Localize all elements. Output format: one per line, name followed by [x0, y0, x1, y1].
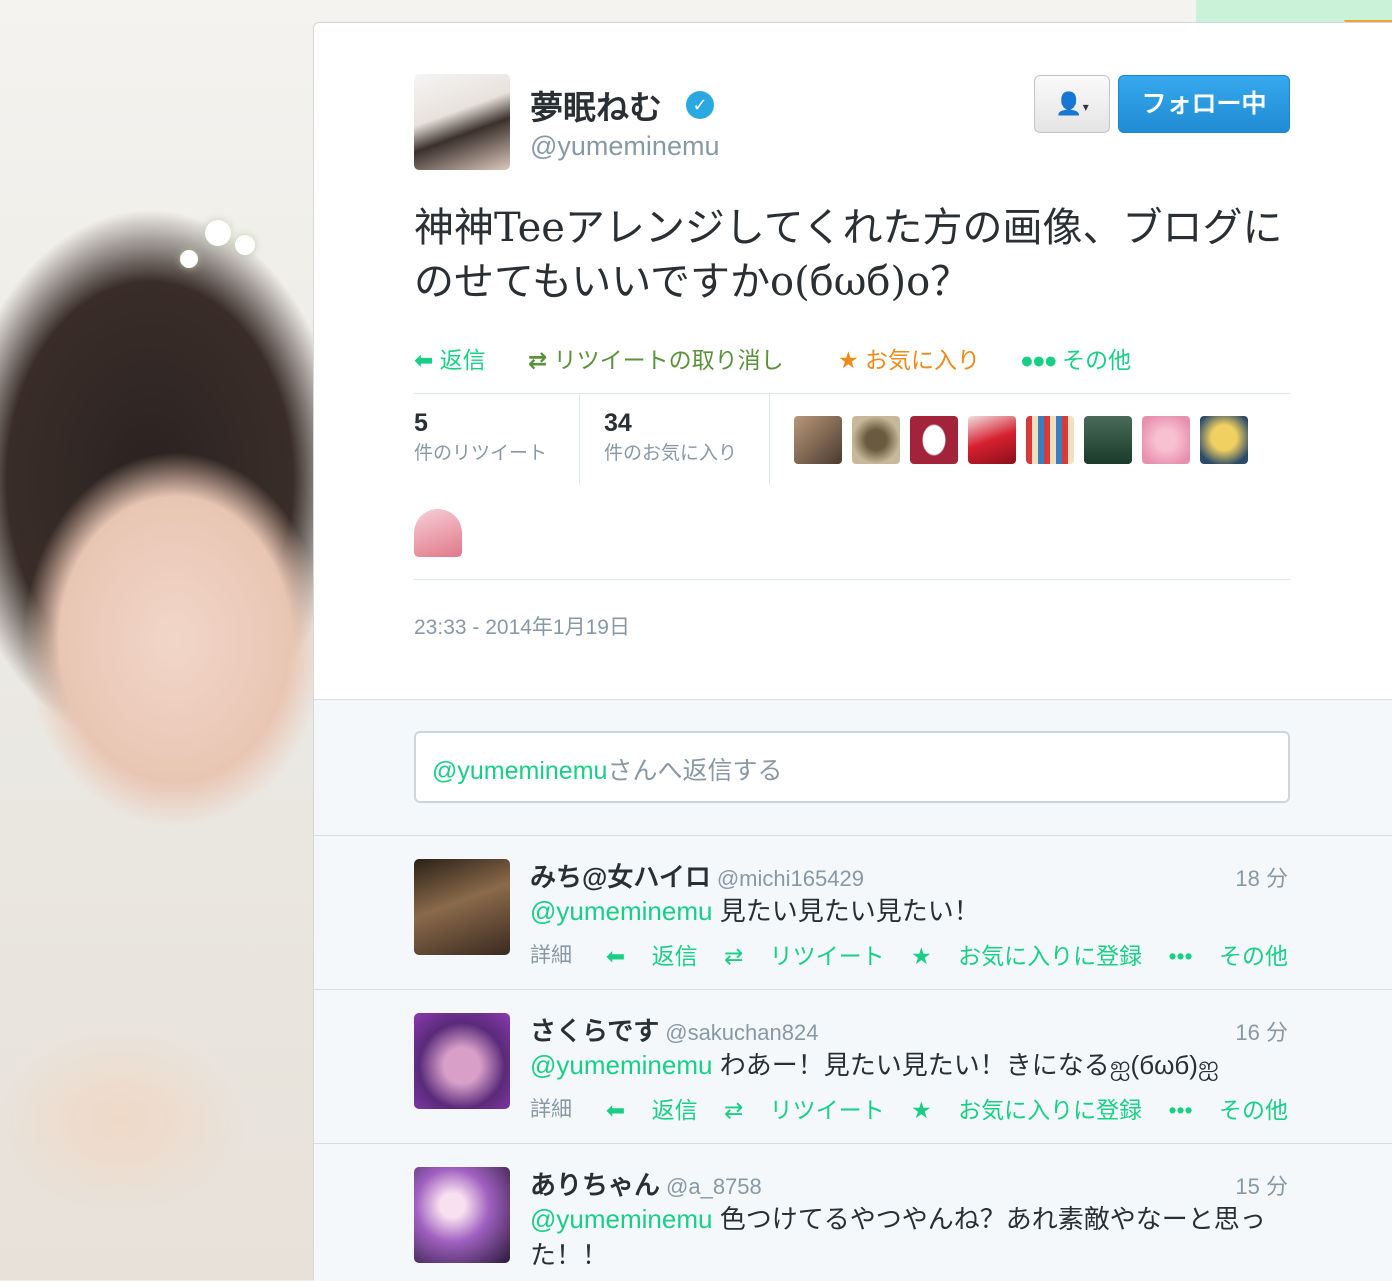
user-actions-dropdown-button[interactable]: 👤▾ — [1034, 75, 1110, 133]
reply-avatar[interactable] — [414, 1013, 510, 1109]
reply-more-label: その他 — [1219, 1097, 1288, 1123]
reply-input-placeholder: さんへ返信する — [607, 757, 783, 785]
favoriter-avatar[interactable] — [1200, 416, 1248, 464]
author-avatar[interactable] — [414, 74, 510, 170]
reply-mention[interactable]: @yumeminemu — [530, 1204, 712, 1234]
tweet-text: 神神Teeアレンジしてくれた方の画像、ブログにのせてもいいですかo(бωб)o？ — [414, 205, 1283, 305]
reply-author[interactable]: みち@女ハイロ @michi165429 — [530, 857, 864, 894]
reply-favorite-button[interactable]: ★ お気に入りに登録 — [911, 943, 1142, 969]
reply-favorite-label: お気に入りに登録 — [958, 1097, 1143, 1123]
reply-time[interactable]: 18 分 — [1235, 861, 1288, 893]
reply-text: @yumeminemu 色つけてるやつやんね？あれ素敵やなーと思った！！ — [530, 1201, 1270, 1273]
tweet-card: 夢眠ねむ ✓ @yumeminemu 👤▾ フォロー中 神神Teeアレンジしてく… — [313, 22, 1392, 1281]
author-display-name[interactable]: 夢眠ねむ — [530, 81, 662, 129]
reply-retweet-button[interactable]: ⇄ リツイート — [724, 1097, 885, 1123]
favoriter-avatar[interactable] — [852, 416, 900, 464]
favorite-action[interactable]: ★ お気に入り — [838, 341, 980, 375]
favoriter-avatar[interactable] — [414, 509, 462, 557]
reply-reply-label: 返信 — [651, 1097, 698, 1123]
reply-body: 見たい見たい見たい！ — [719, 896, 980, 926]
reply-avatar[interactable] — [414, 1167, 510, 1263]
favoriter-avatar[interactable] — [1084, 416, 1132, 464]
reply-time[interactable]: 16 分 — [1235, 1015, 1288, 1047]
favoriter-avatar-default-egg[interactable] — [910, 416, 958, 464]
undo-retweet-label: リツイートの取り消し — [553, 347, 784, 373]
reply-actions: ⬅ 返信 ⇄ リツイート ★ お気に入りに登録 ••• その他 — [586, 1091, 1288, 1125]
favorite-stat[interactable]: 34 件のお気に入り — [604, 409, 737, 465]
reply-avatar[interactable] — [414, 859, 510, 955]
author-screen-name[interactable]: @yumeminemu — [530, 131, 719, 162]
favoriter-avatar[interactable] — [794, 416, 842, 464]
reply-label: 返信 — [439, 347, 486, 373]
reply-text: @yumeminemu わあー！見たい見たい！きになるஐ(бωб)ஐ — [530, 1047, 1290, 1083]
star-icon: ★ — [838, 347, 859, 373]
reply-author[interactable]: さくらです @sakuchan824 — [530, 1011, 818, 1048]
divider — [414, 393, 1290, 394]
reply-reply-button[interactable]: ⬅ 返信 — [606, 1097, 698, 1123]
divider — [314, 835, 1392, 836]
reply-favorite-label: お気に入りに登録 — [958, 943, 1143, 969]
reply-more-button[interactable]: ••• その他 — [1168, 1097, 1288, 1123]
reply-reply-button[interactable]: ⬅ 返信 — [606, 943, 698, 969]
reply-time[interactable]: 15 分 — [1235, 1169, 1288, 1201]
retweet-count-label: 件のリツイート — [414, 443, 548, 464]
following-button[interactable]: フォロー中 — [1118, 75, 1290, 133]
retweet-count: 5 — [414, 409, 428, 437]
favoriter-avatar[interactable] — [968, 416, 1016, 464]
favoriter-avatar[interactable] — [1142, 416, 1190, 464]
favorite-label: お気に入り — [865, 347, 981, 373]
reply-author-name: ありちゃん — [530, 1170, 661, 1200]
more-label: その他 — [1062, 347, 1132, 373]
reply-mention[interactable]: @yumeminemu — [530, 1050, 712, 1080]
verified-badge-icon: ✓ — [686, 91, 714, 119]
divider — [414, 579, 1290, 580]
divider — [314, 1143, 1392, 1144]
retweet-icon: ⇄ — [528, 347, 548, 373]
reply-mention[interactable]: @yumeminemu — [530, 896, 712, 926]
reply-author-handle: @sakuchan824 — [665, 1020, 819, 1045]
reply-more-button[interactable]: ••• その他 — [1168, 943, 1288, 969]
favoriter-avatar[interactable] — [1026, 416, 1074, 464]
reply-retweet-label: リツイート — [769, 943, 885, 969]
reply-retweet-button[interactable]: ⇄ リツイート — [724, 943, 885, 969]
reply-reply-label: 返信 — [651, 943, 698, 969]
divider — [769, 393, 770, 485]
reply-details-link[interactable]: 詳細 — [530, 939, 572, 969]
divider — [579, 393, 580, 485]
chevron-down-icon: ▾ — [1082, 100, 1089, 114]
reply-author-name: みち@女ハイロ — [530, 862, 711, 892]
undo-retweet-action[interactable]: ⇄ リツイートの取り消し — [528, 341, 784, 375]
divider — [314, 699, 1392, 700]
reply-author-handle: @michi165429 — [716, 866, 864, 891]
reply-author[interactable]: ありちゃん @a_8758 — [530, 1165, 762, 1202]
reply-author-name: さくらです — [530, 1016, 660, 1046]
reply-action[interactable]: ⬅ 返信 — [414, 341, 486, 375]
favorite-count: 34 — [604, 409, 632, 437]
reply-details-link[interactable]: 詳細 — [530, 1093, 572, 1123]
reply-more-label: その他 — [1219, 943, 1288, 969]
divider — [314, 989, 1392, 990]
reply-arrow-icon: ⬅ — [414, 347, 434, 373]
user-icon: 👤 — [1055, 91, 1083, 116]
more-dots-icon: ●●● — [1020, 347, 1058, 373]
more-action[interactable]: ●●● その他 — [1020, 341, 1131, 375]
favorite-count-label: 件のお気に入り — [604, 443, 738, 464]
reply-retweet-label: リツイート — [769, 1097, 885, 1123]
reply-input[interactable]: @yumeminemuさんへ返信する — [414, 731, 1290, 803]
reply-body: わあー！見たい見たい！きになるஐ(бωб)ஐ — [719, 1050, 1219, 1080]
reply-actions: ⬅ 返信 ⇄ リツイート ★ お気に入りに登録 ••• その他 — [586, 937, 1288, 971]
reply-text: @yumeminemu 見たい見たい見たい！ — [530, 893, 1290, 929]
tweet-timestamp[interactable]: 23:33 - 2014年1月19日 — [414, 611, 630, 641]
reply-input-mention: @yumeminemu — [432, 757, 608, 785]
retweet-stat[interactable]: 5 件のリツイート — [414, 409, 547, 465]
reply-author-handle: @a_8758 — [666, 1174, 762, 1199]
reply-favorite-button[interactable]: ★ お気に入りに登録 — [911, 1097, 1142, 1123]
